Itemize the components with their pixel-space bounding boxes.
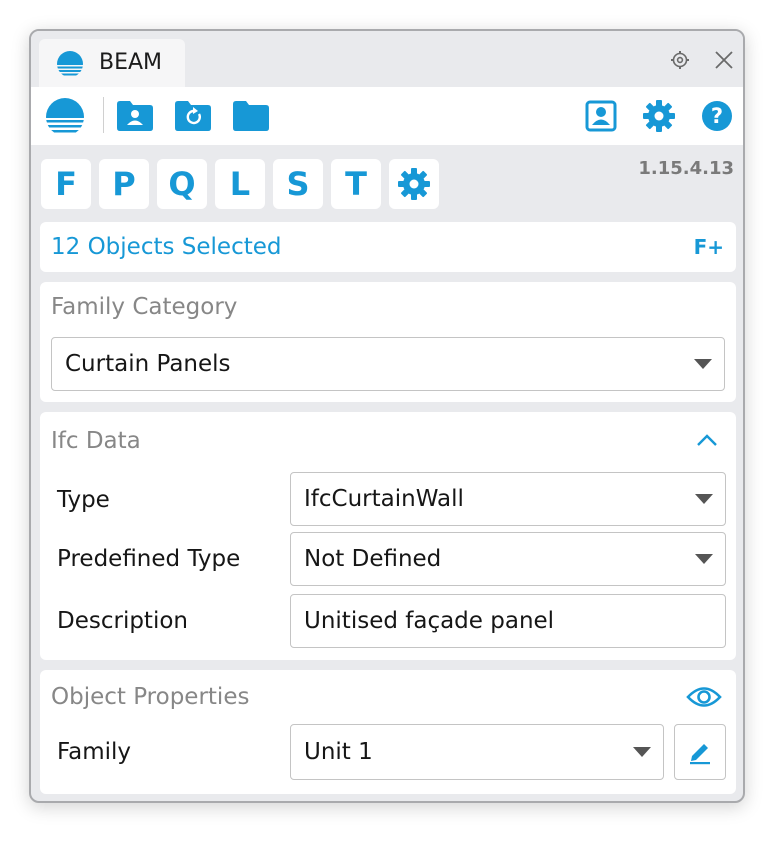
letters-settings-button[interactable]	[389, 159, 439, 209]
edit-family-button[interactable]	[674, 724, 726, 780]
chevron-down-icon	[694, 359, 712, 369]
type-select[interactable]: IfcCurtainWall	[290, 472, 726, 526]
type-label: Type	[57, 487, 110, 513]
chevron-up-icon[interactable]	[696, 432, 718, 451]
description-value: Unitised façade panel	[304, 608, 555, 634]
tab-title: BEAM	[99, 50, 163, 75]
version-label: 1.15.4.13	[638, 158, 734, 179]
letter-button-f[interactable]: F	[41, 159, 91, 209]
chevron-down-icon	[695, 554, 713, 564]
letter-button-s[interactable]: S	[273, 159, 323, 209]
family-value: Unit 1	[304, 739, 373, 765]
letter-button-q[interactable]: Q	[157, 159, 207, 209]
svg-text:?: ?	[711, 104, 723, 128]
family-category-title: Family Category	[51, 294, 238, 320]
predefined-type-select[interactable]: Not Defined	[290, 532, 726, 586]
chevron-down-icon	[695, 494, 713, 504]
beam-window: BEAM ? F P Q L S T 1.15.4.13 12 Objects …	[29, 29, 745, 803]
letter-button-p[interactable]: P	[99, 159, 149, 209]
family-category-select[interactable]: Curtain Panels	[51, 337, 725, 391]
type-value: IfcCurtainWall	[304, 486, 464, 512]
pencil-icon	[690, 744, 710, 765]
close-icon[interactable]	[713, 49, 735, 71]
settings-icon[interactable]	[641, 98, 677, 134]
family-label: Family	[57, 739, 132, 765]
description-input[interactable]: Unitised façade panel	[290, 594, 726, 648]
letter-button-l[interactable]: L	[215, 159, 265, 209]
contact-icon[interactable]	[583, 98, 619, 134]
eye-icon[interactable]	[686, 684, 722, 714]
refresh-folder-icon[interactable]	[175, 99, 211, 133]
f-plus-button[interactable]: F+	[694, 235, 724, 259]
object-properties-panel: Object Properties Family Unit 1	[40, 670, 736, 794]
family-category-panel: Family Category Curtain Panels	[40, 282, 736, 402]
gear-icon	[398, 168, 430, 200]
predefined-type-value: Not Defined	[304, 546, 442, 572]
family-category-value: Curtain Panels	[65, 351, 231, 377]
family-select[interactable]: Unit 1	[290, 724, 664, 780]
selection-count: 12 Objects Selected	[51, 234, 282, 260]
chevron-down-icon	[633, 747, 651, 757]
ifc-data-panel: Ifc Data Type IfcCurtainWall Predefined …	[40, 412, 736, 660]
toolbar-divider	[103, 97, 104, 133]
folder-icon[interactable]	[233, 99, 269, 133]
object-properties-title: Object Properties	[51, 684, 250, 710]
description-label: Description	[57, 608, 188, 634]
letter-button-t[interactable]: T	[331, 159, 381, 209]
toolbar: ?	[31, 87, 743, 145]
user-folder-icon[interactable]	[117, 99, 153, 133]
ifc-data-title: Ifc Data	[51, 428, 141, 454]
help-icon[interactable]: ?	[699, 98, 735, 134]
beam-logo-icon	[57, 51, 83, 81]
selection-panel: 12 Objects Selected F+	[40, 222, 736, 272]
tab-beam[interactable]: BEAM	[39, 39, 185, 87]
settings-small-icon[interactable]	[669, 49, 691, 71]
title-bar: BEAM	[31, 31, 743, 87]
beam-logo-button[interactable]	[45, 97, 85, 137]
predefined-type-label: Predefined Type	[57, 546, 241, 572]
